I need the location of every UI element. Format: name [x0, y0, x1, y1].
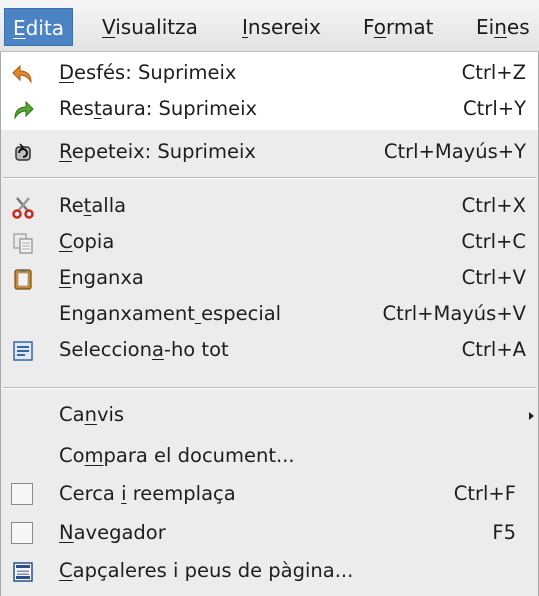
repeat-icon: [11, 141, 35, 165]
header-footer-icon: [11, 560, 35, 584]
menu-item-shortcut: Ctrl+C: [461, 230, 526, 253]
menu-insereix[interactable]: Insereix: [242, 8, 321, 46]
scissors-icon: [11, 195, 35, 219]
menu-item-compare-document[interactable]: Compara el document...: [1, 438, 538, 474]
menu-item-label: Enganxament especial: [59, 302, 282, 325]
menu-item-shortcut: Ctrl+Z: [461, 61, 526, 84]
menu-item-shortcut: Ctrl+X: [461, 194, 526, 217]
menu-visualitza[interactable]: Visualitza: [102, 8, 198, 46]
menu-item-repeat[interactable]: Repeteix: Suprimeix Ctrl+Mayús+Y: [1, 134, 538, 170]
menu-item-navigator[interactable]: Navegador F5: [1, 515, 538, 551]
menu-item-label: Enganxa: [59, 266, 144, 289]
menu-item-redo[interactable]: Restaura: Suprimeix Ctrl+Y: [1, 91, 538, 127]
menu-item-undo[interactable]: Desfés: Suprimeix Ctrl+Z: [1, 55, 538, 91]
menu-item-label: Selecciona-ho tot: [59, 338, 229, 361]
menu-item-select-all[interactable]: Selecciona-ho tot Ctrl+A: [1, 332, 538, 368]
paste-icon: [11, 267, 35, 291]
menu-item-changes[interactable]: Canvis: [1, 397, 538, 433]
checkbox-icon: [11, 483, 33, 505]
menu-item-label: Copia: [59, 230, 115, 253]
menu-item-label: Canvis: [59, 403, 125, 426]
menu-item-cut[interactable]: Retalla Ctrl+X: [1, 188, 538, 224]
menu-separator: [3, 177, 536, 179]
menu-item-copy[interactable]: Copia Ctrl+C: [1, 224, 538, 260]
menu-item-shortcut: Ctrl+V: [461, 266, 526, 289]
menu-item-label: Compara el document...: [59, 444, 295, 467]
menu-eines[interactable]: Eines: [476, 8, 530, 46]
menu-item-shortcut: Ctrl+Y: [463, 97, 526, 120]
menu-item-label: Capçaleres i peus de pàgina...: [59, 559, 354, 582]
menu-item-shortcut: F5: [492, 521, 516, 544]
menu-edita[interactable]: Edita: [4, 8, 73, 46]
menu-item-label: Retalla: [59, 194, 127, 217]
select-all-icon: [11, 339, 35, 363]
menu-item-find-replace[interactable]: Cerca i reemplaça Ctrl+F: [1, 476, 538, 512]
menu-item-shortcut: Ctrl+F: [453, 482, 516, 505]
menu-bar: Edita Visualitza Insereix Format Eines: [0, 0, 539, 52]
menu-item-label: Restaura: Suprimeix: [59, 97, 258, 120]
menu-item-shortcut: Ctrl+Mayús+Y: [383, 140, 526, 163]
menu-item-headers-footers[interactable]: Capçaleres i peus de pàgina...: [1, 553, 538, 589]
copy-icon: [11, 231, 35, 255]
menu-item-paste[interactable]: Enganxa Ctrl+V: [1, 260, 538, 296]
menu-item-shortcut: Ctrl+Mayús+V: [382, 302, 526, 325]
menu-item-label: Desfés: Suprimeix: [59, 61, 237, 84]
menu-format[interactable]: Format: [363, 8, 434, 46]
menu-item-label: Repeteix: Suprimeix: [59, 140, 256, 163]
menu-item-label: Navegador: [59, 521, 166, 544]
checkbox-icon: [11, 522, 33, 544]
redo-icon: [11, 98, 35, 122]
menu-separator: [3, 387, 536, 389]
menu-item-label: Cerca i reemplaça: [59, 482, 236, 505]
undo-icon: [11, 62, 35, 86]
edit-dropdown-menu: Desfés: Suprimeix Ctrl+Z Restaura: Supri…: [0, 52, 539, 596]
submenu-arrow-icon: [529, 412, 534, 420]
menu-item-paste-special[interactable]: Enganxament especial Ctrl+Mayús+V: [1, 296, 538, 332]
menu-item-shortcut: Ctrl+A: [461, 338, 526, 361]
